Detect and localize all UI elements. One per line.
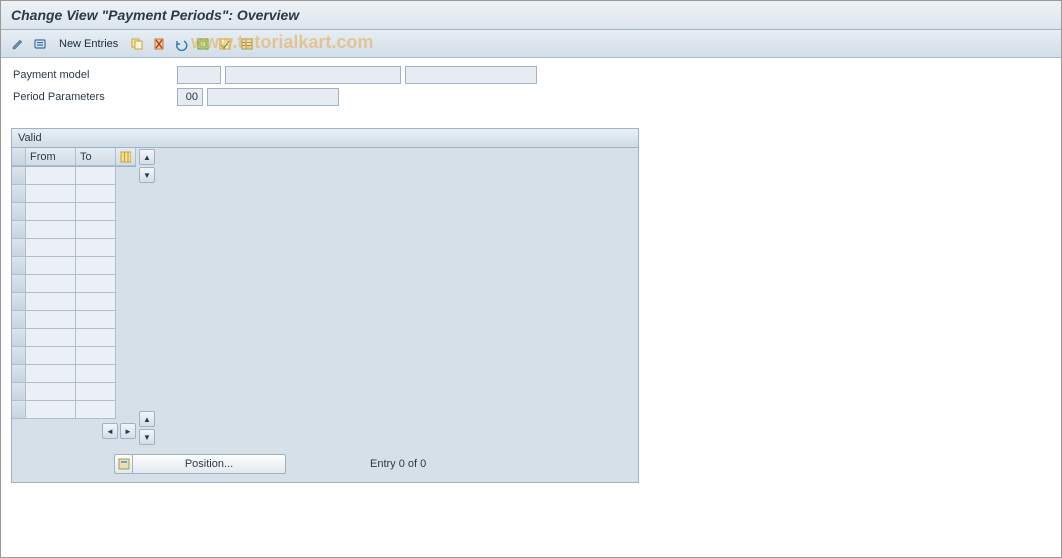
row-selector[interactable] [12,221,26,239]
scroll-up-button[interactable]: ▲ [139,149,155,165]
table-row [12,239,136,257]
table-row [12,203,136,221]
scroll-right-button[interactable]: ► [120,423,136,439]
delete-icon[interactable] [150,35,168,53]
table-row [12,293,136,311]
entry-count-text: Entry 0 of 0 [370,458,426,470]
row-selector[interactable] [12,293,26,311]
period-parameters-label: Period Parameters [13,91,173,103]
payment-model-code-field[interactable] [177,66,221,84]
select-all-icon[interactable] [194,35,212,53]
table-row [12,401,136,419]
vertical-scrollbar: ▲ ▼ ▲ ▼ [138,148,156,446]
cell-to[interactable] [76,167,116,185]
row-selector[interactable] [12,347,26,365]
configure-columns-icon[interactable] [116,148,136,166]
row-selector[interactable] [12,383,26,401]
cell-from[interactable] [26,185,76,203]
cell-from[interactable] [26,329,76,347]
deselect-all-icon[interactable] [216,35,234,53]
cell-to[interactable] [76,185,116,203]
cell-from[interactable] [26,293,76,311]
cell-to[interactable] [76,257,116,275]
payment-model-label: Payment model [13,69,173,81]
table-settings-icon[interactable] [238,35,256,53]
period-parameters-code-field[interactable] [177,88,203,106]
cell-from[interactable] [26,239,76,257]
grid: From To ◄ ► [12,148,136,446]
row-selector[interactable] [12,401,26,419]
position-button[interactable]: Position... [132,454,286,474]
scroll-up-page-button[interactable]: ▲ [139,411,155,427]
row-selector[interactable] [12,311,26,329]
payment-model-desc1-field[interactable] [225,66,401,84]
cell-to[interactable] [76,347,116,365]
page-title: Change View "Payment Periods": Overview [1,1,1061,30]
column-header-to[interactable]: To [76,148,116,166]
cell-from[interactable] [26,221,76,239]
cell-to[interactable] [76,401,116,419]
row-selector[interactable] [12,203,26,221]
cell-to[interactable] [76,239,116,257]
cell-to[interactable] [76,293,116,311]
period-parameters-desc-field[interactable] [207,88,339,106]
copy-icon[interactable] [128,35,146,53]
payment-model-desc2-field[interactable] [405,66,537,84]
table-row [12,311,136,329]
row-selector[interactable] [12,185,26,203]
row-selector[interactable] [12,329,26,347]
row-selector[interactable] [12,257,26,275]
cell-from[interactable] [26,257,76,275]
cell-to[interactable] [76,203,116,221]
row-selector[interactable] [12,365,26,383]
cell-from[interactable] [26,347,76,365]
valid-panel: Valid From To ◄ ► ▲ ▼ ▲ ▼ [11,128,639,483]
panel-title: Valid [12,129,638,148]
cell-from[interactable] [26,383,76,401]
row-selector-header[interactable] [12,148,26,166]
position-icon[interactable] [114,454,132,474]
row-selector[interactable] [12,275,26,293]
table-row [12,347,136,365]
scroll-left-button[interactable]: ◄ [102,423,118,439]
table-row [12,275,136,293]
row-selector[interactable] [12,239,26,257]
cell-to[interactable] [76,221,116,239]
scroll-down-button[interactable]: ▼ [139,167,155,183]
scroll-down-page-button[interactable]: ▼ [139,429,155,445]
cell-from[interactable] [26,167,76,185]
table-row [12,221,136,239]
cell-from[interactable] [26,401,76,419]
cell-to[interactable] [76,365,116,383]
toggle-display-change-icon[interactable] [9,35,27,53]
cell-from[interactable] [26,203,76,221]
cell-to[interactable] [76,311,116,329]
cell-from[interactable] [26,311,76,329]
cell-to[interactable] [76,383,116,401]
row-selector[interactable] [12,167,26,185]
table-row [12,167,136,185]
table-row [12,365,136,383]
cell-to[interactable] [76,329,116,347]
new-entries-button[interactable]: New Entries [53,36,124,52]
cell-to[interactable] [76,275,116,293]
cell-from[interactable] [26,365,76,383]
undo-icon[interactable] [172,35,190,53]
cell-from[interactable] [26,275,76,293]
other-view-icon[interactable] [31,35,49,53]
table-row [12,185,136,203]
table-row [12,329,136,347]
table-row [12,257,136,275]
column-header-from[interactable]: From [26,148,76,166]
form-area: Payment model Period Parameters [1,58,1061,114]
table-row [12,383,136,401]
toolbar: New Entries www.tutorialkart.com [1,30,1061,58]
